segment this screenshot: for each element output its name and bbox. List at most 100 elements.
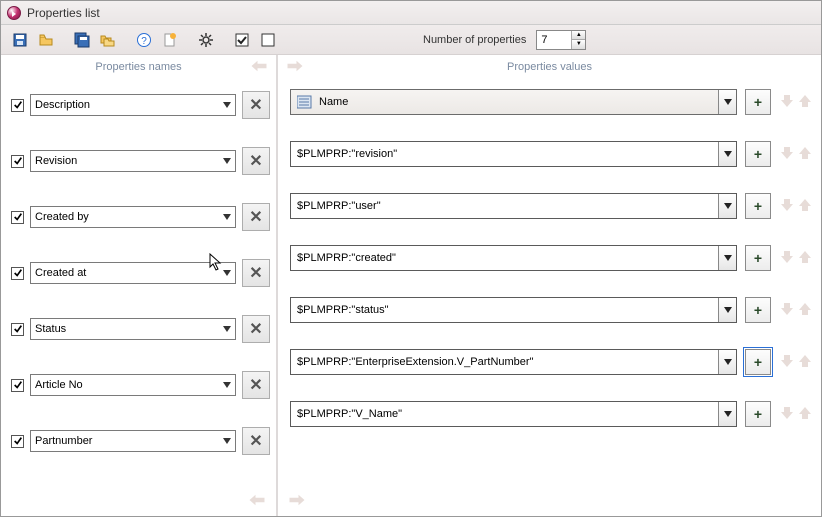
name-row: ✕ xyxy=(11,91,270,119)
property-name-combo[interactable] xyxy=(30,318,236,340)
property-name-combo[interactable] xyxy=(30,374,236,396)
value-dropdown-button[interactable] xyxy=(718,402,736,426)
property-value-combo[interactable]: Name xyxy=(290,89,737,115)
property-name-combo[interactable] xyxy=(30,94,236,116)
row-checkbox[interactable] xyxy=(11,323,24,336)
delete-row-button[interactable]: ✕ xyxy=(242,259,270,287)
row-checkbox[interactable] xyxy=(11,99,24,112)
delete-row-button[interactable]: ✕ xyxy=(242,427,270,455)
property-value-label: $PLMPRP:"revision" xyxy=(297,148,397,160)
move-up-button[interactable] xyxy=(797,146,813,163)
move-up-button[interactable] xyxy=(797,354,813,371)
row-checkbox[interactable] xyxy=(11,211,24,224)
property-name-input[interactable] xyxy=(31,375,235,395)
reorder-arrows xyxy=(779,146,813,163)
property-value-combo[interactable]: $PLMPRP:"user" xyxy=(290,193,737,219)
uncheck-all-button[interactable] xyxy=(257,29,279,51)
chevron-down-icon[interactable] xyxy=(223,438,231,444)
nav-back-icon[interactable] xyxy=(250,59,268,76)
property-name-combo[interactable] xyxy=(30,262,236,284)
new-doc-button[interactable] xyxy=(159,29,181,51)
save-button[interactable] xyxy=(9,29,31,51)
property-name-input[interactable] xyxy=(31,431,235,451)
value-row: $PLMPRP:"status" + xyxy=(290,297,813,323)
settings-button[interactable] xyxy=(195,29,217,51)
reorder-arrows xyxy=(779,94,813,111)
add-value-button[interactable]: + xyxy=(745,245,771,271)
row-checkbox[interactable] xyxy=(11,155,24,168)
names-column: ✕ ✕ ✕ ✕ ✕ ✕ ✕ xyxy=(1,79,276,486)
property-value-text: Name xyxy=(291,90,718,114)
value-dropdown-button[interactable] xyxy=(718,90,736,114)
move-up-button[interactable] xyxy=(797,94,813,111)
delete-row-button[interactable]: ✕ xyxy=(242,203,270,231)
chevron-down-icon[interactable] xyxy=(223,270,231,276)
property-name-combo[interactable] xyxy=(30,150,236,172)
property-name-input[interactable] xyxy=(31,151,235,171)
value-dropdown-button[interactable] xyxy=(718,142,736,166)
delete-row-button[interactable]: ✕ xyxy=(242,91,270,119)
move-down-button[interactable] xyxy=(779,406,795,423)
add-value-button[interactable]: + xyxy=(745,193,771,219)
spinner-up[interactable]: ▲ xyxy=(572,31,585,41)
move-down-button[interactable] xyxy=(779,198,795,215)
value-dropdown-button[interactable] xyxy=(718,350,736,374)
property-value-combo[interactable]: $PLMPRP:"V_Name" xyxy=(290,401,737,427)
property-name-input[interactable] xyxy=(31,319,235,339)
chevron-down-icon[interactable] xyxy=(223,102,231,108)
move-down-button[interactable] xyxy=(779,146,795,163)
number-of-properties-spinner[interactable]: ▲ ▼ xyxy=(536,30,586,50)
property-value-combo[interactable]: $PLMPRP:"EnterpriseExtension.V_PartNumbe… xyxy=(290,349,737,375)
property-name-input[interactable] xyxy=(31,263,235,283)
open-all-button[interactable] xyxy=(97,29,119,51)
chevron-down-icon[interactable] xyxy=(223,214,231,220)
property-value-combo[interactable]: $PLMPRP:"created" xyxy=(290,245,737,271)
delete-row-button[interactable]: ✕ xyxy=(242,147,270,175)
move-up-button[interactable] xyxy=(797,302,813,319)
chevron-down-icon[interactable] xyxy=(223,326,231,332)
move-down-button[interactable] xyxy=(779,250,795,267)
property-name-combo[interactable] xyxy=(30,206,236,228)
nav-back-bottom-icon[interactable] xyxy=(248,493,266,510)
check-all-button[interactable] xyxy=(231,29,253,51)
value-dropdown-button[interactable] xyxy=(718,194,736,218)
delete-row-button[interactable]: ✕ xyxy=(242,371,270,399)
row-checkbox[interactable] xyxy=(11,267,24,280)
properties-names-header: Properties names xyxy=(95,61,181,73)
delete-row-button[interactable]: ✕ xyxy=(242,315,270,343)
property-value-text: $PLMPRP:"V_Name" xyxy=(291,402,718,426)
move-up-button[interactable] xyxy=(797,250,813,267)
open-button[interactable] xyxy=(35,29,57,51)
add-value-button[interactable]: + xyxy=(745,401,771,427)
help-button[interactable]: ? xyxy=(133,29,155,51)
add-value-button[interactable]: + xyxy=(745,141,771,167)
column-headers: Properties names Properties values xyxy=(1,55,821,79)
name-row: ✕ xyxy=(11,147,270,175)
chevron-down-icon[interactable] xyxy=(223,382,231,388)
move-down-button[interactable] xyxy=(779,94,795,111)
properties-list-window: Properties list ? xyxy=(0,0,822,517)
save-all-button[interactable] xyxy=(71,29,93,51)
value-row: $PLMPRP:"created" + xyxy=(290,245,813,271)
chevron-down-icon[interactable] xyxy=(223,158,231,164)
move-down-button[interactable] xyxy=(779,302,795,319)
property-name-combo[interactable] xyxy=(30,430,236,452)
nav-forward-bottom-icon[interactable] xyxy=(288,493,306,510)
property-value-combo[interactable]: $PLMPRP:"status" xyxy=(290,297,737,323)
move-up-button[interactable] xyxy=(797,406,813,423)
value-dropdown-button[interactable] xyxy=(718,246,736,270)
row-checkbox[interactable] xyxy=(11,379,24,392)
property-name-input[interactable] xyxy=(31,207,235,227)
move-up-button[interactable] xyxy=(797,198,813,215)
add-value-button[interactable]: + xyxy=(745,89,771,115)
add-value-button[interactable]: + xyxy=(745,297,771,323)
move-down-button[interactable] xyxy=(779,354,795,371)
spinner-down[interactable]: ▼ xyxy=(572,40,585,49)
nav-forward-icon[interactable] xyxy=(286,59,304,76)
add-value-button[interactable]: + xyxy=(745,349,771,375)
value-dropdown-button[interactable] xyxy=(718,298,736,322)
number-of-properties-input[interactable] xyxy=(537,31,571,49)
property-name-input[interactable] xyxy=(31,95,235,115)
property-value-combo[interactable]: $PLMPRP:"revision" xyxy=(290,141,737,167)
row-checkbox[interactable] xyxy=(11,435,24,448)
